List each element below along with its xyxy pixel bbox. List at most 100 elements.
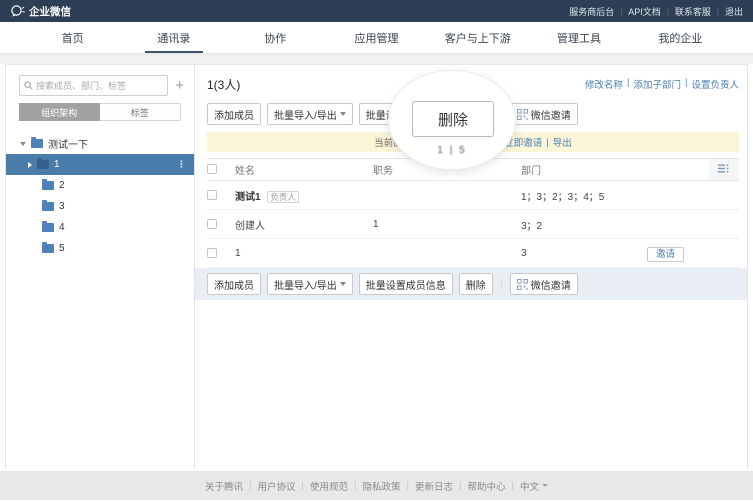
divider: |: [406, 480, 409, 491]
column-header-name: 姓名: [235, 166, 255, 177]
nav-tab-collaboration[interactable]: 协作: [225, 22, 326, 53]
folder-icon: [42, 242, 54, 253]
contacts-sidebar: + 组织架构 标签 测试一下 1 ⋮ 2 3: [6, 65, 195, 469]
sidebar-tabs: 组织架构 标签: [19, 103, 181, 121]
batch-import-export-button-top[interactable]: 批量导入/导出: [267, 103, 353, 125]
footer-link-user-agreement[interactable]: 用户协议: [258, 479, 296, 493]
chevron-right-icon[interactable]: [28, 161, 32, 168]
department-actions: 修改名称 | 添加子部门 | 设置负责人: [585, 77, 739, 91]
footer-link-usage-rules[interactable]: 使用规范: [310, 479, 348, 493]
tree-node-root[interactable]: 测试一下: [6, 133, 194, 154]
tree-node[interactable]: 2: [6, 175, 194, 196]
top-link-contact-support[interactable]: 联系客服: [675, 5, 711, 18]
primary-nav: 首页 通讯录 协作 应用管理 客户与上下游 管理工具 我的企业: [0, 22, 753, 54]
nav-tab-app-management[interactable]: 应用管理: [326, 22, 427, 53]
add-member-button-bottom[interactable]: 添加成员: [207, 273, 261, 295]
member-name: 创建人: [235, 220, 265, 232]
app-logo[interactable]: 企业微信: [10, 4, 71, 19]
invite-button[interactable]: 邀请: [647, 247, 685, 262]
page-title: 1(3人): [207, 77, 241, 92]
nav-tab-home[interactable]: 首页: [22, 22, 123, 53]
top-link-api-docs[interactable]: API文档: [628, 5, 661, 18]
divider: |: [685, 77, 688, 88]
divider: |: [627, 77, 630, 88]
more-icon[interactable]: ⋮: [177, 159, 186, 170]
member-title: [373, 239, 521, 268]
member-dept: 1；3；2；3；4；5: [521, 191, 605, 203]
wechat-invite-button-bottom[interactable]: 微信邀请: [509, 273, 578, 295]
row-checkbox[interactable]: [207, 189, 217, 200]
top-link-logout[interactable]: 退出: [725, 5, 743, 18]
table-row[interactable]: 测试1 负责人 1；3；2；3；4；5: [207, 181, 739, 210]
chevron-down-icon: [339, 282, 346, 286]
member-name: 测试1: [235, 191, 261, 203]
footer-link-about[interactable]: 关于腾讯: [205, 479, 243, 493]
content-wrapper: + 组织架构 标签 测试一下 1 ⋮ 2 3: [5, 64, 748, 469]
folder-icon: [31, 137, 43, 148]
set-leader-link[interactable]: 设置负责人: [691, 77, 739, 91]
footer-link-privacy-policy[interactable]: 隐私政策: [362, 479, 400, 493]
wework-logo-icon: [10, 4, 25, 18]
sidebar-add-button[interactable]: +: [175, 78, 184, 93]
member-toolbar-bottom: 添加成员 批量导入/导出 批量设置成员信息 删除 微信邀请: [195, 268, 747, 300]
nav-tab-customers[interactable]: 客户与上下游: [427, 22, 528, 53]
tree-node[interactable]: 4: [6, 217, 194, 238]
row-checkbox[interactable]: [207, 218, 217, 229]
tree-node-selected[interactable]: 1 ⋮: [6, 154, 194, 175]
divider: [500, 277, 502, 291]
footer-link-changelog[interactable]: 更新日志: [415, 479, 453, 493]
divider: |: [511, 480, 514, 491]
rename-link[interactable]: 修改名称: [585, 77, 623, 91]
tree-node[interactable]: 3: [6, 196, 194, 217]
nav-tab-my-company[interactable]: 我的企业: [630, 22, 731, 53]
divider: |: [354, 480, 357, 491]
folder-icon: [42, 200, 54, 211]
divider: |: [546, 136, 549, 148]
top-link-service-provider[interactable]: 服务商后台: [569, 5, 614, 18]
tab-tags[interactable]: 标签: [99, 103, 181, 121]
search-input[interactable]: [36, 80, 164, 91]
member-title: [373, 181, 521, 210]
table-row[interactable]: 1 3 邀请: [207, 239, 739, 268]
chevron-down-icon: [339, 112, 346, 116]
add-member-button-top[interactable]: 添加成员: [207, 103, 261, 125]
spacer-band: [0, 54, 753, 64]
footer-link-help-center[interactable]: 帮助中心: [467, 479, 505, 493]
topbar-links: 服务商后台 | API文档 | 联系客服 | 退出: [569, 5, 743, 18]
member-name: 1: [235, 247, 241, 259]
tree-node-label: 3: [59, 201, 65, 212]
export-link[interactable]: 导出: [553, 135, 572, 149]
tree-node-label: 2: [59, 180, 65, 191]
language-selector[interactable]: 中文: [520, 479, 548, 493]
divider: |: [249, 480, 252, 491]
batch-import-export-button-bottom[interactable]: 批量导入/导出: [267, 273, 353, 295]
tree-node-label: 测试一下: [48, 140, 88, 151]
row-checkbox[interactable]: [207, 247, 217, 258]
magnified-delete-button[interactable]: 删除: [412, 101, 494, 137]
search-box[interactable]: [19, 75, 169, 96]
nav-tab-contacts[interactable]: 通讯录: [123, 22, 224, 53]
table-row[interactable]: 创建人 1 3；2: [207, 210, 739, 239]
leader-badge: 负责人: [267, 190, 299, 203]
nav-tab-admin-tools[interactable]: 管理工具: [528, 22, 629, 53]
topbar: 企业微信 服务商后台 | API文档 | 联系客服 | 退出: [0, 0, 753, 22]
batch-set-info-button-bottom[interactable]: 批量设置成员信息: [358, 273, 453, 295]
column-settings-icon[interactable]: [718, 163, 730, 173]
chevron-down-icon[interactable]: [20, 141, 26, 146]
app-title: 企业微信: [29, 5, 71, 18]
divider: |: [301, 480, 304, 491]
magnified-text-fragment: 1 | 5: [437, 145, 467, 156]
add-sub-department-link[interactable]: 添加子部门: [634, 77, 682, 91]
tree-node-label: 1: [54, 159, 60, 170]
select-all-checkbox[interactable]: [207, 164, 217, 175]
search-icon: [24, 81, 33, 90]
tree-node-label: 5: [59, 243, 65, 254]
tab-org-structure[interactable]: 组织架构: [19, 103, 100, 121]
page-footer: 关于腾讯 | 用户协议 | 使用规范 | 隐私政策 | 更新日志 | 帮助中心 …: [0, 471, 753, 500]
org-tree: 测试一下 1 ⋮ 2 3 4 5: [6, 133, 194, 259]
wechat-invite-button-top[interactable]: 微信邀请: [509, 103, 578, 125]
tree-node[interactable]: 5: [6, 238, 194, 259]
member-dept: 3；2: [521, 220, 543, 232]
delete-button-bottom[interactable]: 删除: [458, 273, 493, 295]
qrcode-icon: [516, 108, 528, 120]
